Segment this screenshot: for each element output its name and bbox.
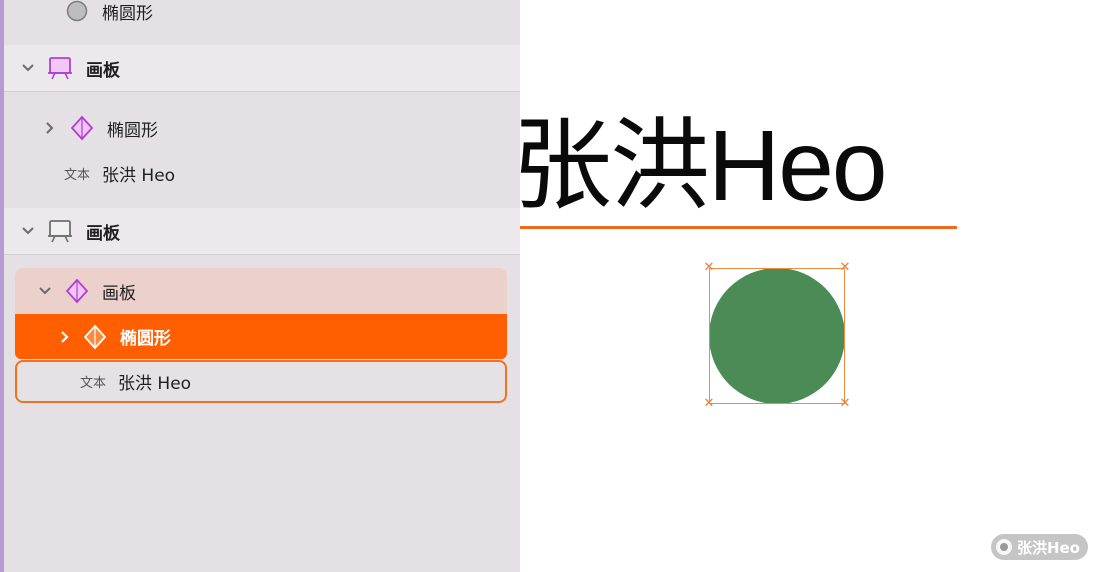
layers-sidebar: 椭圆形 画板 椭圆形 文本 张洪 Heo 画板 画板 椭圆形 文本 张洪 Heo <box>0 0 520 572</box>
chevron-down-icon[interactable] <box>20 60 36 76</box>
logo-icon <box>995 538 1013 556</box>
layer-symbol-artboard[interactable]: 画板 <box>15 268 507 314</box>
layer-label: 张洪 Heo <box>118 374 192 394</box>
chevron-right-icon[interactable] <box>57 329 73 345</box>
layer-text-highlighted[interactable]: 文本 张洪 Heo <box>15 360 507 403</box>
selection-bounding-box <box>709 268 845 404</box>
layer-label: 张洪 Heo <box>102 165 176 186</box>
resize-handle-top-left[interactable]: ✕ <box>703 261 715 274</box>
group-label: 画板 <box>86 223 120 244</box>
artboard-icon <box>46 55 74 81</box>
symbol-diamond-icon <box>65 278 89 304</box>
layer-label: 椭圆形 <box>107 120 158 141</box>
watermark-text: 张洪Heo <box>1016 538 1080 557</box>
artboard-group-2[interactable]: 画板 <box>4 208 520 255</box>
watermark: 张洪Heo <box>990 534 1088 560</box>
canvas-text-layer[interactable]: 张洪Heo <box>520 116 887 216</box>
layer-ellipse-selected[interactable]: 椭圆形 <box>15 314 507 359</box>
symbol-diamond-icon <box>70 115 94 141</box>
resize-handle-top-right[interactable]: ✕ <box>839 261 851 274</box>
group-label: 画板 <box>86 60 120 81</box>
chevron-down-icon[interactable] <box>20 223 36 239</box>
layer-label: 椭圆形 <box>120 329 171 349</box>
layer-label: 椭圆形 <box>102 3 153 24</box>
text-type-tag: 文本 <box>64 167 91 183</box>
layer-ellipse-top[interactable]: 椭圆形 <box>4 0 520 24</box>
layer-text[interactable]: 文本 张洪 Heo <box>4 151 520 195</box>
design-canvas[interactable]: 张洪Heo ✕ ✕ ✕ ✕ 张洪Heo <box>520 0 1100 572</box>
ellipse-icon <box>66 0 88 22</box>
layer-label: 画板 <box>102 283 136 304</box>
chevron-down-icon[interactable] <box>37 283 53 299</box>
resize-handle-bottom-right[interactable]: ✕ <box>839 397 851 410</box>
text-selection-underline <box>520 226 957 229</box>
chevron-right-icon[interactable] <box>42 120 58 136</box>
text-type-tag: 文本 <box>80 376 107 391</box>
artboard-icon <box>46 218 74 244</box>
artboard-group-1[interactable]: 画板 <box>4 45 520 92</box>
symbol-diamond-icon <box>83 324 107 350</box>
layer-ellipse-symbol[interactable]: 椭圆形 <box>4 106 520 150</box>
resize-handle-bottom-left[interactable]: ✕ <box>703 397 715 410</box>
